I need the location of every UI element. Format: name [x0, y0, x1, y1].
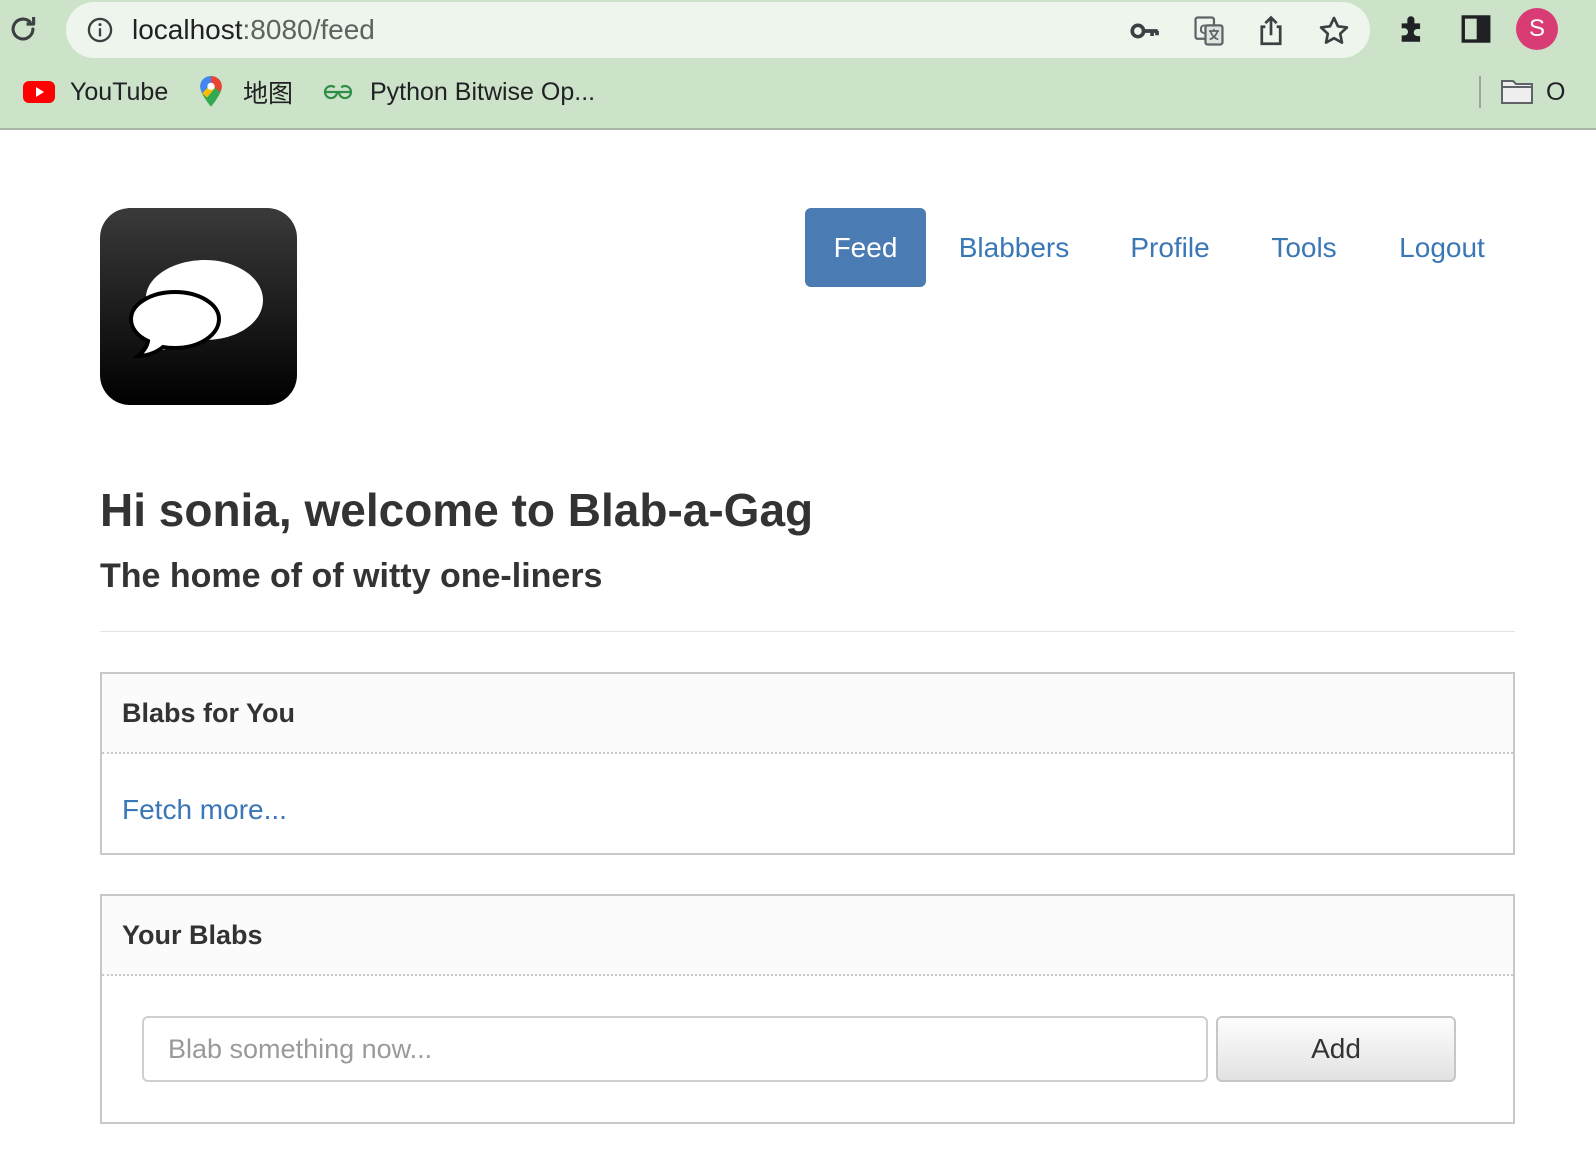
nav-profile[interactable]: Profile [1110, 208, 1230, 287]
chat-bubbles-icon [128, 260, 263, 359]
geeksforgeeks-icon [323, 84, 353, 100]
url-text[interactable]: localhost:8080/feed [132, 13, 375, 47]
blab-input[interactable] [142, 1016, 1208, 1082]
folder-icon[interactable] [1500, 76, 1534, 106]
blabs-for-you-heading: Blabs for You [102, 674, 1513, 754]
bookmark-star-icon[interactable] [1317, 14, 1351, 48]
url-path: :8080/feed [242, 14, 375, 45]
key-icon[interactable] [1128, 14, 1162, 48]
your-blabs-heading: Your Blabs [102, 896, 1513, 976]
reload-icon[interactable] [6, 12, 40, 46]
blab-logo [100, 208, 297, 405]
nav-feed[interactable]: Feed [805, 208, 926, 287]
maps-pin-icon [200, 76, 222, 107]
bookmark-label: 地图 [243, 80, 294, 108]
divider [100, 631, 1515, 632]
page-subtitle: The home of of witty one-liners [100, 557, 603, 595]
side-panel-icon[interactable] [1459, 12, 1493, 46]
extensions-puzzle-icon[interactable] [1396, 12, 1430, 46]
bookmark-youtube[interactable]: YouTube [22, 72, 168, 112]
bookmark-label: Python Bitwise Op... [370, 77, 596, 106]
nav-tools[interactable]: Tools [1252, 208, 1356, 287]
blabs-for-you-panel: Blabs for You Fetch more... [100, 672, 1515, 855]
other-bookmarks-label[interactable]: O [1546, 72, 1565, 112]
bookmark-python-bitwise[interactable]: Python Bitwise Op... [322, 72, 595, 112]
your-blabs-panel: Your Blabs Add [100, 894, 1515, 1124]
share-icon[interactable] [1254, 14, 1288, 48]
bookmark-label: YouTube [70, 77, 169, 106]
url-host: localhost [132, 14, 243, 45]
page-title: Hi sonia, welcome to Blab-a-Gag [100, 484, 814, 536]
browser-chrome: localhost:8080/feed G S YouTu [0, 0, 1596, 130]
site-info-icon[interactable] [86, 16, 114, 44]
bookmark-separator [1479, 76, 1481, 108]
address-bar[interactable]: localhost:8080/feed G [66, 2, 1370, 58]
bookmark-maps[interactable]: 地图 [197, 72, 293, 112]
fetch-more-link[interactable]: Fetch more... [122, 794, 287, 826]
nav-blabbers[interactable]: Blabbers [940, 208, 1088, 287]
nav-logout[interactable]: Logout [1380, 208, 1504, 287]
profile-avatar[interactable]: S [1516, 8, 1558, 50]
add-blab-button[interactable]: Add [1216, 1016, 1456, 1082]
translate-icon[interactable]: G [1192, 14, 1226, 48]
youtube-icon [23, 81, 55, 103]
